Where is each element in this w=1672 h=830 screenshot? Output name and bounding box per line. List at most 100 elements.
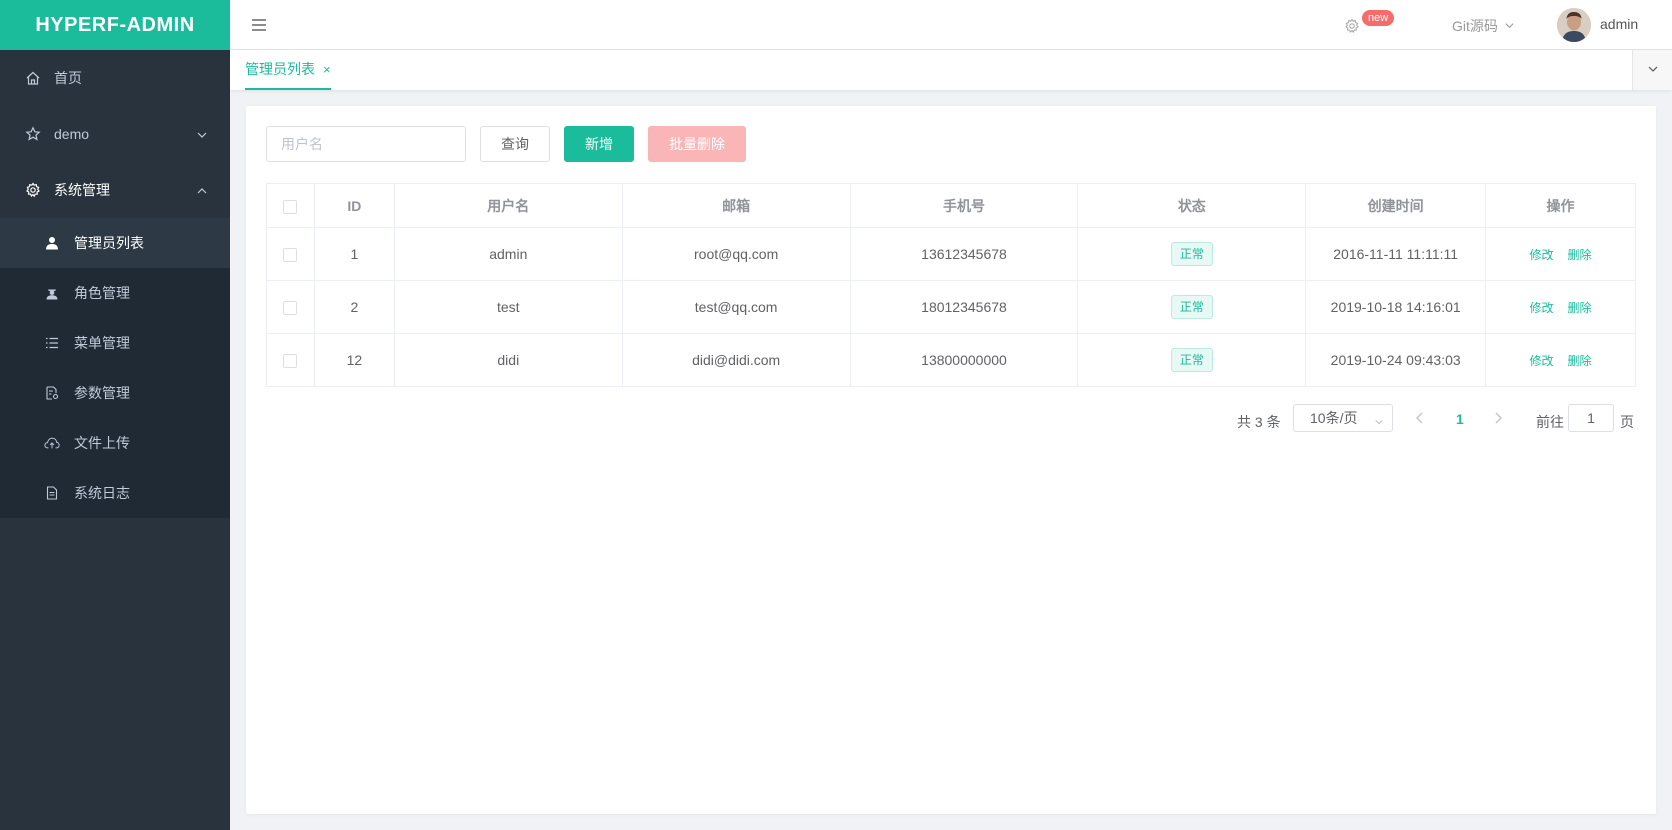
row-checkbox-cell	[266, 333, 315, 387]
params-icon	[44, 385, 60, 401]
sidebar-item-home[interactable]: 首页	[0, 50, 230, 106]
sidebar-item-label: demo	[54, 126, 90, 142]
add-button[interactable]: 新增	[564, 126, 634, 162]
column-header: 用户名	[393, 183, 623, 228]
next-page-icon[interactable]	[1492, 411, 1504, 428]
cell-email: root@qq.com	[621, 227, 851, 281]
cell-actions: 修改 删除	[1485, 333, 1636, 387]
cell-status: 正常	[1077, 333, 1307, 387]
sidebar-item-label: 系统管理	[54, 182, 110, 198]
cell-email: test@qq.com	[621, 280, 851, 334]
cell-id: 2	[313, 280, 395, 334]
delete-link[interactable]: 删除	[1568, 248, 1592, 262]
tab-label: 管理员列表	[245, 61, 315, 77]
goto-label: 前往	[1536, 414, 1564, 430]
column-header: 手机号	[849, 183, 1079, 228]
column-header: 状态	[1077, 183, 1307, 228]
edit-link[interactable]: 修改	[1530, 354, 1554, 368]
git-source-dropdown[interactable]: Git源码	[1452, 16, 1515, 36]
cell-id: 1	[313, 227, 395, 281]
pagination: 共 3 条 10条/页 1 前往 页	[246, 404, 1656, 436]
git-source-label: Git源码	[1452, 18, 1498, 34]
table-row: 12 didi didi@didi.com 13800000000 正常 201…	[266, 333, 1636, 387]
sidebar-item-label: 角色管理	[74, 285, 130, 301]
cell-username: didi	[393, 333, 623, 387]
new-badge: new	[1362, 10, 1395, 26]
top-header: new Git源码 admin	[230, 0, 1672, 50]
cell-phone: 13612345678	[849, 227, 1079, 281]
select-all-cell	[266, 183, 315, 228]
row-checkbox-cell	[266, 280, 315, 334]
column-header: ID	[313, 183, 395, 228]
row-checkbox-cell	[266, 227, 315, 281]
page-number[interactable]: 1	[1456, 411, 1464, 427]
sidebar-item-admin-list[interactable]: 管理员列表	[0, 218, 230, 268]
role-icon	[44, 285, 60, 301]
cell-phone: 18012345678	[849, 280, 1079, 334]
list-icon	[44, 335, 60, 351]
admin-table: ID 用户名 邮箱 手机号 状态 创建时间 操作 1 admin root@qq…	[266, 183, 1636, 387]
page-suffix: 页	[1620, 414, 1634, 430]
cell-created: 2016-11-11 11:11:11	[1305, 227, 1487, 281]
sidebar-item-upload[interactable]: 文件上传	[0, 418, 230, 468]
cell-email: didi@didi.com	[621, 333, 851, 387]
avatar[interactable]	[1557, 8, 1591, 42]
status-badge: 正常	[1170, 348, 1213, 372]
column-header: 邮箱	[621, 183, 851, 228]
batch-delete-button[interactable]: 批量删除	[648, 126, 746, 162]
query-button[interactable]: 查询	[480, 126, 550, 162]
cell-created: 2019-10-24 09:43:03	[1305, 333, 1487, 387]
pagination-total: 共 3 条	[1237, 414, 1281, 430]
gear-icon	[24, 181, 42, 199]
close-icon[interactable]: ×	[323, 62, 331, 77]
table-row: 1 admin root@qq.com 13612345678 正常 2016-…	[266, 227, 1636, 281]
table-header-row: ID 用户名 邮箱 手机号 状态 创建时间 操作	[266, 183, 1636, 228]
tabs-bar: 管理员列表 ×	[230, 50, 1672, 90]
page-size-select[interactable]: 10条/页	[1293, 404, 1393, 432]
row-checkbox[interactable]	[283, 301, 298, 316]
sidebar-item-demo[interactable]: demo	[0, 106, 230, 162]
status-badge: 正常	[1170, 242, 1213, 266]
star-icon	[24, 125, 42, 143]
chevron-down-icon	[1374, 414, 1384, 430]
sidebar-item-label: 菜单管理	[74, 335, 130, 351]
cell-username: test	[393, 280, 623, 334]
username-search-input[interactable]	[266, 126, 466, 162]
page-size-value: 10条/页	[1310, 410, 1358, 426]
sidebar-item-logs[interactable]: 系统日志	[0, 468, 230, 518]
delete-link[interactable]: 删除	[1568, 301, 1592, 315]
sidebar-item-label: 文件上传	[74, 435, 130, 451]
app-logo: HYPERF-ADMIN	[0, 0, 230, 50]
main-card: 查询 新增 批量删除 ID 用户名 邮箱 手机号 状态 创建时间 操作 1 ad…	[246, 106, 1656, 814]
tab-admin-list[interactable]: 管理员列表 ×	[245, 50, 331, 90]
chevron-up-icon	[196, 184, 208, 200]
upload-icon	[44, 435, 60, 451]
sidebar-item-label: 管理员列表	[74, 235, 144, 251]
sidebar-item-roles[interactable]: 角色管理	[0, 268, 230, 318]
prev-page-icon[interactable]	[1414, 411, 1426, 428]
chevron-down-icon	[1647, 62, 1659, 78]
sidebar-item-system[interactable]: 系统管理	[0, 162, 230, 218]
cell-username: admin	[393, 227, 623, 281]
sidebar: HYPERF-ADMIN 首页 demo 系统管理 管理员列表 角色管理 菜单管…	[0, 0, 230, 830]
delete-link[interactable]: 删除	[1568, 354, 1592, 368]
hamburger-icon[interactable]	[250, 16, 268, 34]
user-name[interactable]: admin	[1600, 16, 1638, 32]
chevron-down-icon	[196, 128, 208, 144]
tabs-more-button[interactable]	[1632, 50, 1672, 90]
cell-status: 正常	[1077, 227, 1307, 281]
row-checkbox[interactable]	[283, 248, 298, 263]
cell-status: 正常	[1077, 280, 1307, 334]
sidebar-item-params[interactable]: 参数管理	[0, 368, 230, 418]
column-header: 创建时间	[1305, 183, 1487, 228]
column-header: 操作	[1485, 183, 1636, 228]
cell-actions: 修改 删除	[1485, 280, 1636, 334]
select-all-checkbox[interactable]	[283, 199, 298, 214]
edit-link[interactable]: 修改	[1530, 248, 1554, 262]
row-checkbox[interactable]	[283, 354, 298, 369]
sidebar-item-menus[interactable]: 菜单管理	[0, 318, 230, 368]
edit-link[interactable]: 修改	[1530, 301, 1554, 315]
settings-gear-icon[interactable]	[1344, 18, 1360, 37]
goto-page-input[interactable]	[1568, 404, 1614, 432]
sidebar-item-label: 参数管理	[74, 385, 130, 401]
